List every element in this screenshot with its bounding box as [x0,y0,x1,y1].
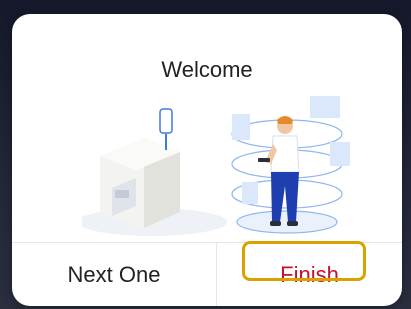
hub-device-icon [100,108,180,228]
welcome-dialog: Welcome Next One Finish [12,14,402,306]
next-one-button[interactable]: Next One [12,243,216,306]
finish-button[interactable]: Finish [217,243,402,306]
welcome-illustration [82,96,350,236]
person-icon [258,116,300,226]
dialog-footer: Next One Finish [12,242,402,306]
dialog-title: Welcome [161,57,253,82]
